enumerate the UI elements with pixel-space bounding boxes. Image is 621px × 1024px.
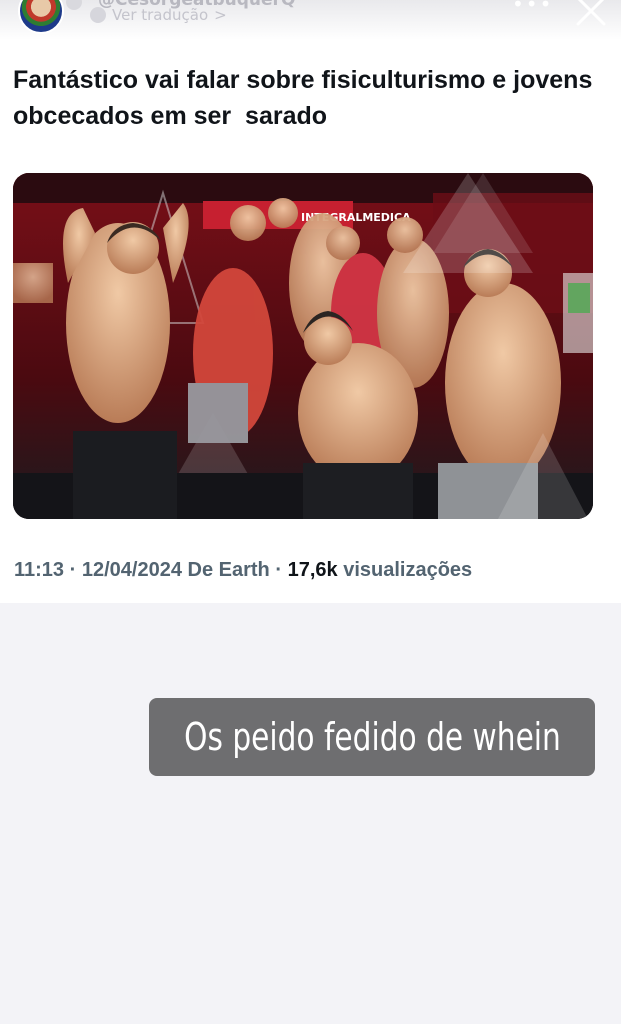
post-headline: Fantástico vai falar sobre fisiculturism… — [13, 66, 600, 130]
globe-icon — [90, 7, 106, 23]
meta-separator-2: · — [275, 559, 283, 581]
tweet-card: @CesorgeatbuquerQ Ver tradução > ••• Fan… — [0, 0, 621, 603]
post-photo[interactable]: INTEGRALMEDICA — [13, 173, 593, 519]
views-label: visualizações — [343, 559, 473, 581]
story-caption: Os peido fedido de whein — [149, 698, 595, 776]
post-date: 12/04/2024 — [81, 559, 182, 581]
gym-group-photo: INTEGRALMEDICA — [13, 173, 593, 519]
views-count: 17,6k — [287, 559, 338, 581]
post-metadata: 11:13 · 12/04/2024 De Earth · 17,6k visu… — [14, 559, 472, 582]
close-icon[interactable] — [572, 0, 608, 30]
story-caption-text: Os peido fedido de whein — [183, 715, 561, 759]
translate-link[interactable]: Ver tradução > — [90, 6, 227, 24]
more-options-icon[interactable]: ••• — [512, 0, 553, 14]
post-time: 11:13 — [14, 559, 65, 581]
translate-label: Ver tradução — [112, 6, 209, 24]
meta-separator: · — [69, 559, 77, 581]
post-source[interactable]: De Earth — [188, 559, 270, 581]
chevron-right-icon: > — [214, 6, 227, 24]
